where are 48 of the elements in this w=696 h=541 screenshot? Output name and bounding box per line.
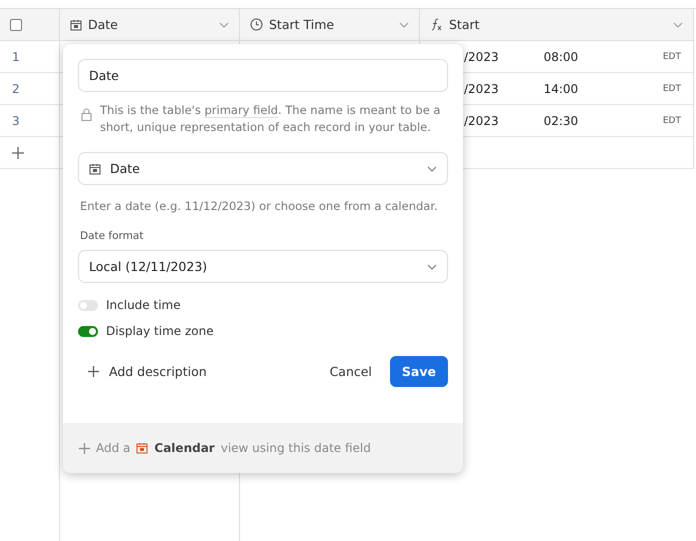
calendar-icon [136,442,148,454]
timezone-label: EDT [662,84,681,94]
calendar-icon [70,18,82,30]
cancel-button[interactable]: Cancel [320,358,382,385]
timezone-label: EDT [662,52,681,62]
column-header[interactable]: Start [420,9,694,41]
chevron-down-icon [673,22,683,28]
toggle-switch[interactable] [78,326,98,336]
chevron-down-icon [427,166,437,172]
primary-field-note: This is the table's primary field. The name is meant to be a short, unique representation of each record in your table. [100,102,442,136]
table-cell: /2023 [464,82,499,96]
toggle-label: Include time [106,298,181,312]
footer-text: Add a [96,441,130,455]
footer-text: view using this date field [220,441,371,455]
toggle-label: Display time zone [106,324,214,338]
chevron-down-icon [399,22,409,28]
table-cell: 02:30 [544,114,578,128]
column-header[interactable]: Date [60,9,240,41]
timezone-label: EDT [662,116,681,126]
formula-icon [430,18,443,31]
plus-icon [88,366,99,377]
field-type-select[interactable]: Date [78,152,448,185]
field-type-hint: Enter a date (e.g. 11/12/2023) or choose one from a calendar. [80,199,439,213]
date-format-label: Date format [80,230,144,242]
row-number: 1 [12,50,20,64]
plus-icon [12,146,24,158]
lock-icon [81,108,92,121]
date-format-select[interactable]: Local (12/11/2023) [78,250,448,283]
primary-field-link[interactable]: primary field [204,103,278,118]
add-row-button[interactable] [12,146,24,158]
checkbox[interactable] [10,18,22,30]
row-number: 3 [12,114,20,128]
toggle-switch[interactable] [78,300,98,310]
field-name-input[interactable]: Date [78,59,448,92]
row-number: 2 [12,82,20,96]
table-cell: /2023 [464,114,499,128]
chevron-down-icon [427,264,437,270]
column-header[interactable]: Start Time [240,9,420,41]
chevron-down-icon [219,22,229,28]
table-cell: 14:00 [544,82,578,96]
calendar-icon [89,162,101,174]
calendar-view-link[interactable]: Calendar [154,441,215,455]
add-description-button[interactable]: Add description [78,358,217,385]
save-button[interactable]: Save [390,356,448,387]
table-cell: /2023 [464,50,499,64]
clock-icon [250,18,263,31]
table-cell: 08:00 [544,50,578,64]
plus-icon [79,442,90,454]
